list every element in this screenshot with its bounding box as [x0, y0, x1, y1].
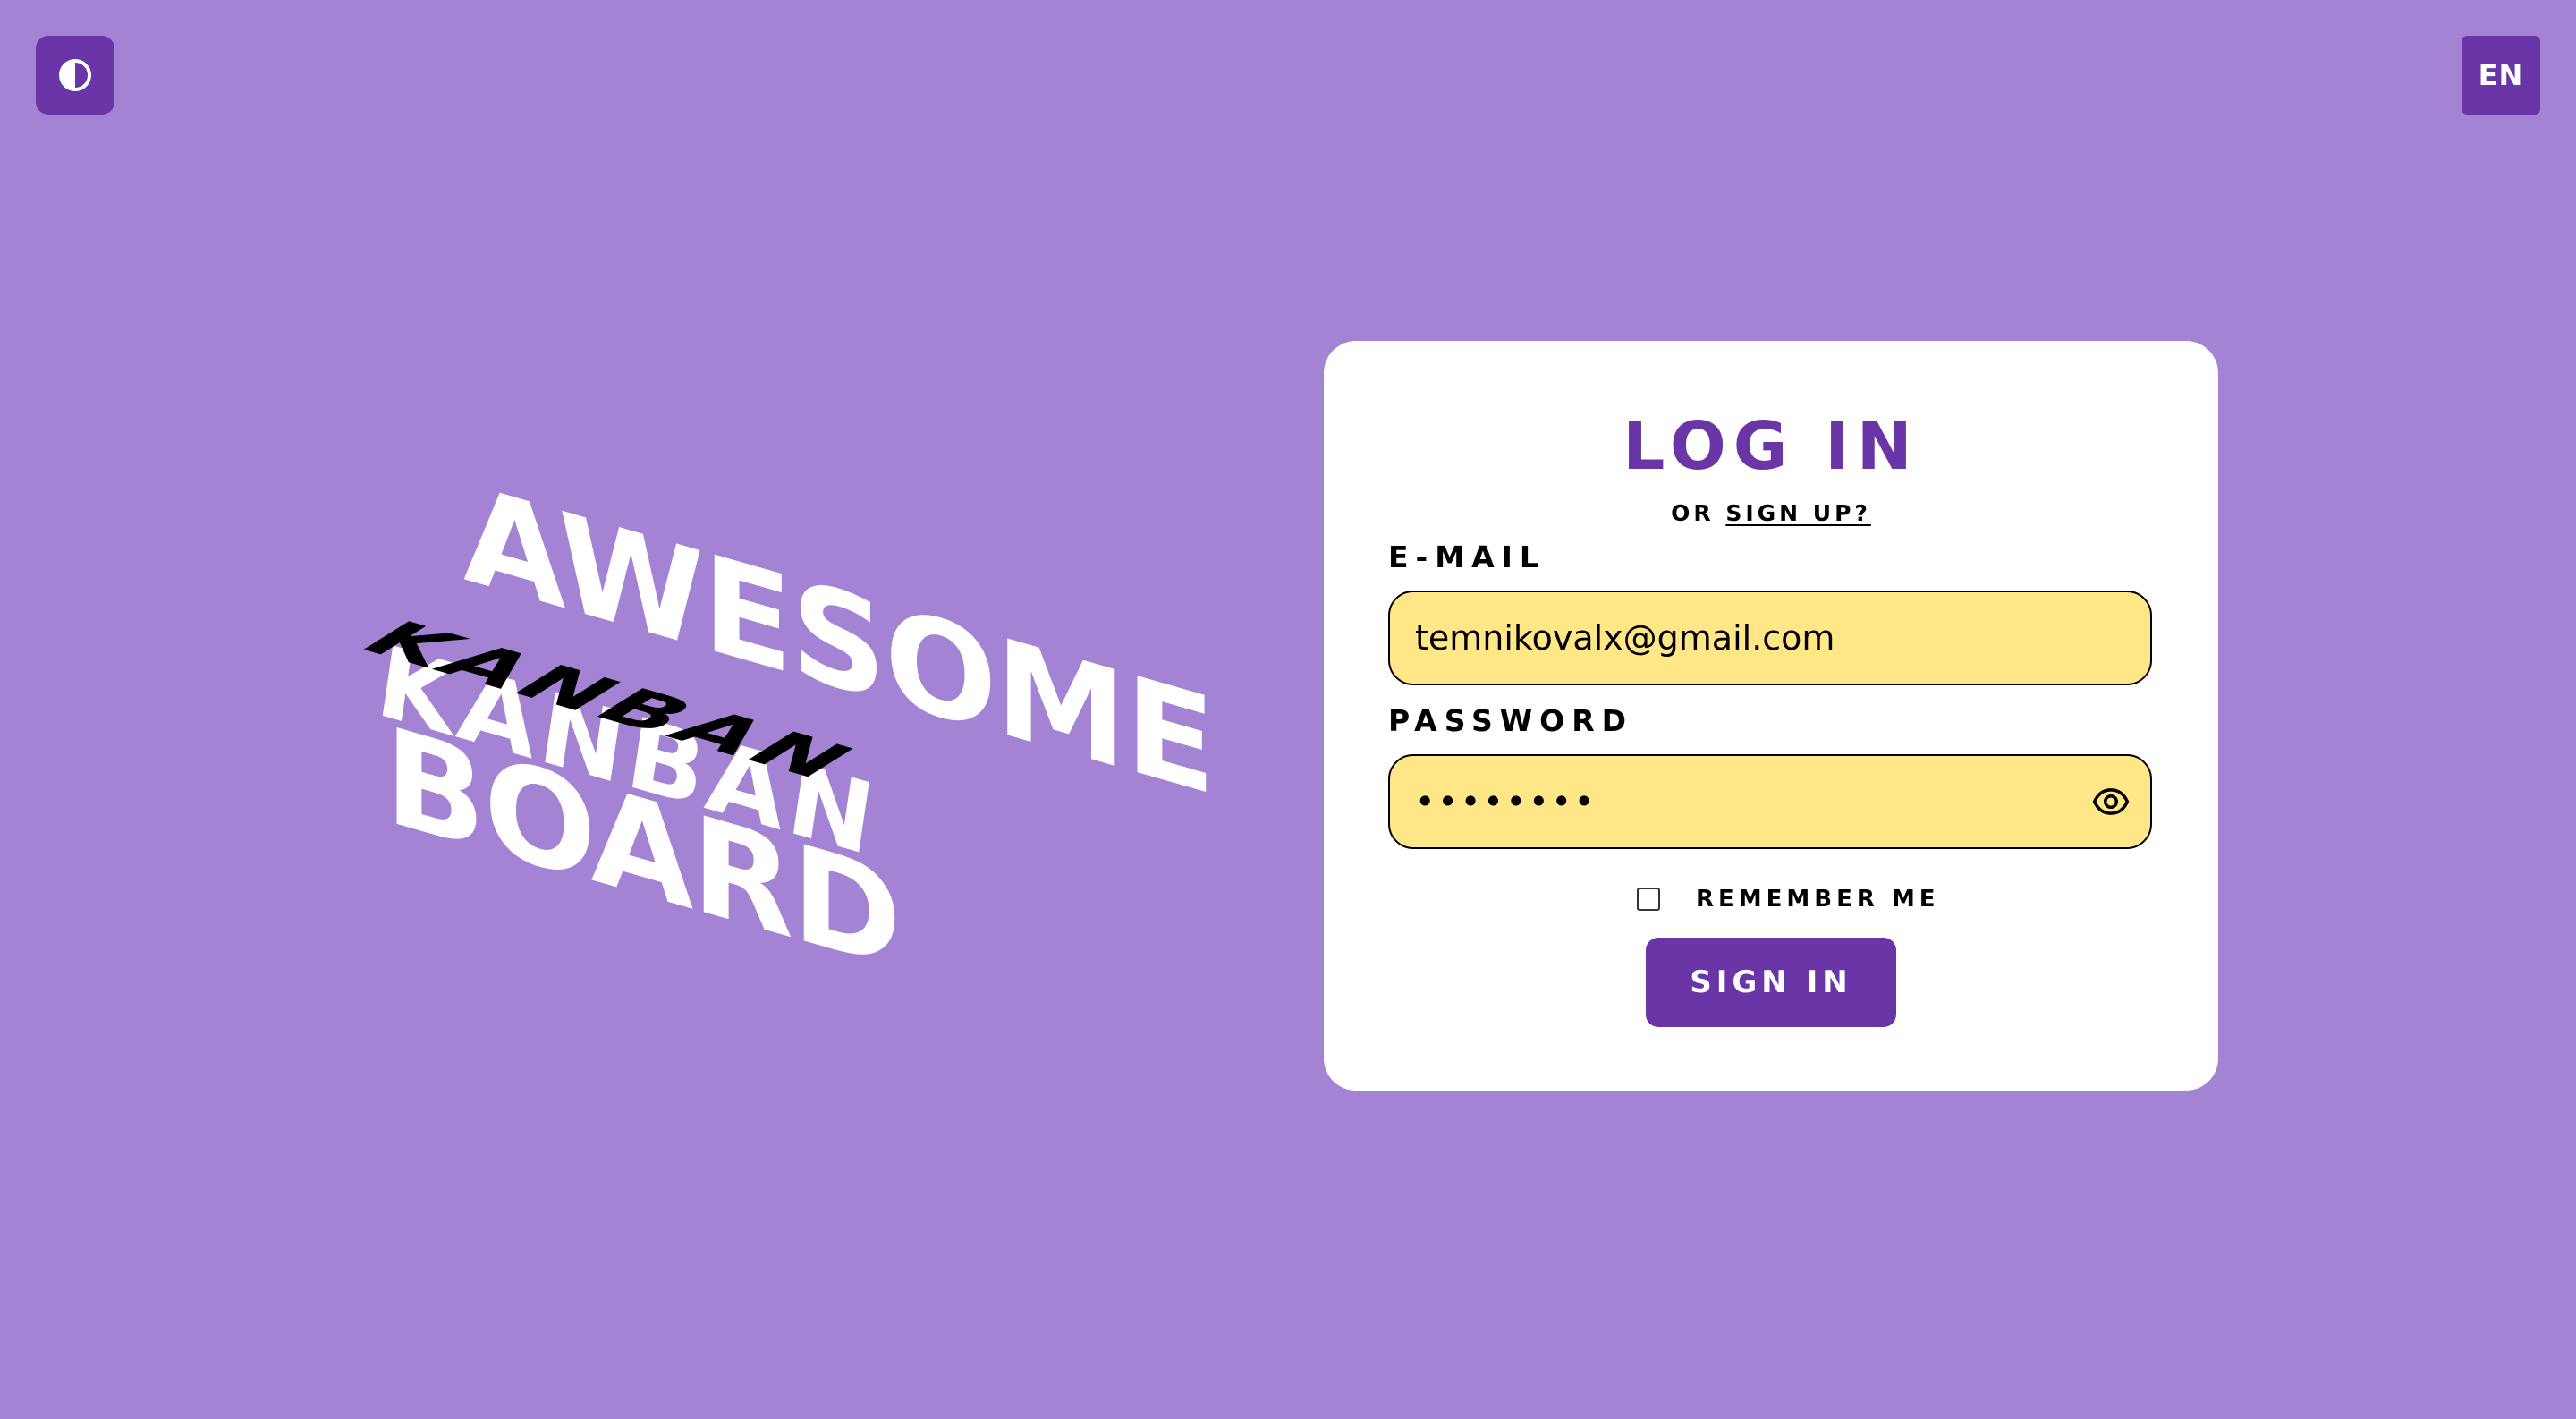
- login-card: LOG IN OR SIGN UP? E-MAIL PASSWORD REMEM…: [1324, 341, 2218, 1091]
- remember-me-row: REMEMBER ME: [1637, 884, 1940, 914]
- language-label: EN: [2478, 58, 2524, 92]
- signup-prompt: OR SIGN UP?: [1324, 500, 2218, 526]
- sign-in-button[interactable]: SIGN IN: [1646, 938, 1896, 1027]
- password-label: PASSWORD: [1388, 703, 1634, 738]
- remember-me-checkbox[interactable]: [1637, 888, 1660, 911]
- eye-icon: [2092, 788, 2130, 815]
- contrast-icon: [59, 59, 91, 91]
- signup-link[interactable]: SIGN UP?: [1725, 500, 1871, 526]
- login-title: LOG IN: [1623, 408, 1919, 485]
- email-input[interactable]: [1388, 591, 2152, 685]
- sign-in-label: SIGN IN: [1690, 964, 1852, 1000]
- or-text: OR: [1671, 500, 1726, 526]
- remember-me-label: REMEMBER ME: [1696, 886, 1940, 913]
- hero-title: AWESOME KANBAN KANBAN BOARD: [351, 429, 1214, 999]
- password-input[interactable]: [1388, 754, 2152, 849]
- theme-toggle-button[interactable]: [36, 36, 114, 115]
- email-label: E-MAIL: [1388, 540, 1546, 574]
- show-password-button[interactable]: [2091, 782, 2131, 821]
- language-button[interactable]: EN: [2462, 36, 2540, 115]
